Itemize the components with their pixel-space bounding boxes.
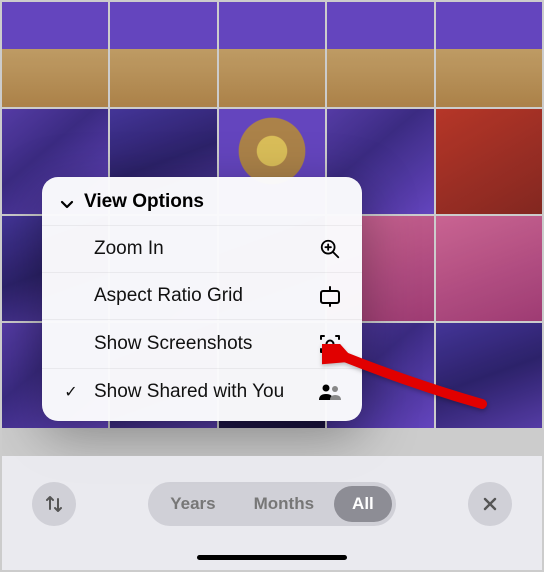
- menu-item-show-shared[interactable]: ✓ Show Shared with You: [42, 368, 362, 415]
- menu-item-label: Aspect Ratio Grid: [94, 285, 304, 307]
- menu-item-label: Show Shared with You: [94, 381, 304, 403]
- popover-header[interactable]: View Options: [42, 177, 362, 225]
- popover-title: View Options: [84, 191, 204, 213]
- people-icon: [316, 382, 344, 402]
- photo-thumbnail[interactable]: [2, 2, 108, 107]
- sort-button[interactable]: [32, 482, 76, 526]
- view-options-popover: View Options Zoom In Aspect Ratio Grid S…: [42, 177, 362, 421]
- photo-thumbnail[interactable]: [436, 2, 542, 107]
- menu-item-show-screenshots[interactable]: Show Screenshots: [42, 319, 362, 368]
- photo-thumbnail[interactable]: [436, 109, 542, 214]
- segment-years[interactable]: Years: [152, 486, 233, 522]
- bottom-toolbar: Years Months All: [2, 456, 542, 570]
- menu-item-aspect-ratio[interactable]: Aspect Ratio Grid: [42, 272, 362, 319]
- close-icon: [482, 496, 498, 512]
- home-indicator: [197, 555, 347, 560]
- close-button[interactable]: [468, 482, 512, 526]
- menu-item-zoom-in[interactable]: Zoom In: [42, 225, 362, 272]
- zoom-in-icon: [316, 238, 344, 260]
- menu-item-label: Zoom In: [94, 238, 304, 260]
- aspect-ratio-icon: [316, 285, 344, 307]
- screenshot-icon: [316, 332, 344, 356]
- segment-months[interactable]: Months: [236, 486, 332, 522]
- photo-thumbnail[interactable]: [327, 2, 433, 107]
- chevron-down-icon: [60, 195, 74, 209]
- checkmark-icon: ✓: [60, 382, 82, 402]
- time-segmented-control: Years Months All: [148, 482, 396, 526]
- menu-item-label: Show Screenshots: [94, 333, 304, 355]
- photo-thumbnail[interactable]: [436, 216, 542, 321]
- photo-thumbnail[interactable]: [110, 2, 216, 107]
- photo-thumbnail[interactable]: [436, 323, 542, 428]
- sort-icon: [44, 494, 64, 514]
- photo-thumbnail[interactable]: [219, 2, 325, 107]
- segment-all[interactable]: All: [334, 486, 392, 522]
